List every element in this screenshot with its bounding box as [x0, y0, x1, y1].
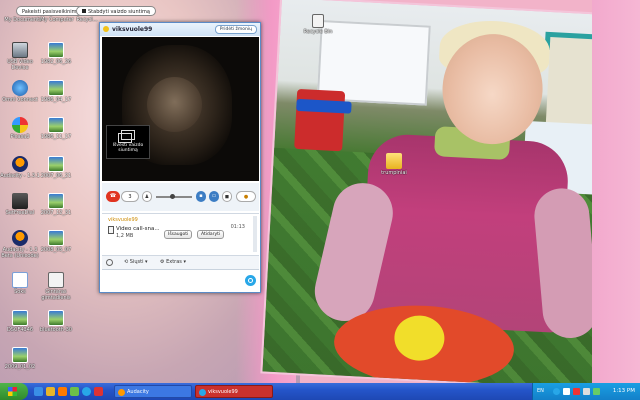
chat-sender: viksvuole99: [108, 217, 138, 223]
image-icon: [12, 310, 28, 326]
desktop-icon-trumpiniai[interactable]: trumpiniai: [374, 153, 414, 176]
desktop-icon-2008-05[interactable]: 2008_05_07: [36, 230, 76, 253]
chat-input[interactable]: [102, 269, 259, 292]
hang-up-button[interactable]: [106, 191, 120, 202]
self-view-panel[interactable]: Išvesti vaizdo siuntimą: [106, 125, 150, 159]
audacity-icon: [12, 156, 28, 172]
image-icon: [48, 42, 64, 58]
system-tray: EN 1:13 PM: [532, 383, 640, 400]
quicklaunch-ie-icon[interactable]: [34, 387, 43, 396]
taskbar: Audacity viksvuole99 EN 1:13 PM: [0, 383, 640, 400]
start-button[interactable]: [0, 383, 28, 400]
mp3-icon: [48, 272, 64, 288]
chat-toolbar: ⟲ Siųsti ▾ ⚙ Extras ▾: [102, 255, 259, 269]
call-controls: 3 ♟ ▪ ▭ ◼ ●: [102, 183, 259, 211]
save-file-button[interactable]: Išsaugoti: [164, 230, 193, 239]
remote-video: Išvesti vaizdo siuntimą: [102, 37, 259, 181]
mic-icon[interactable]: ♟: [142, 191, 152, 202]
open-file-button[interactable]: Atidaryti: [197, 230, 225, 239]
image-icon: [12, 347, 28, 363]
desktop-icon-2009-01-02[interactable]: 2009_01_02: [0, 347, 40, 370]
image-icon: [48, 193, 64, 209]
skype-tray-icon[interactable]: [553, 388, 560, 395]
audacity-icon: [118, 389, 125, 396]
desktop-icon-usb-video[interactable]: USB Video Device: [0, 42, 40, 71]
extras-menu[interactable]: ⚙ Extras ▾: [160, 257, 186, 268]
chat-toggle-icon[interactable]: ●: [236, 191, 256, 202]
skype-icon: [199, 389, 206, 396]
quicklaunch-skype-icon[interactable]: [82, 387, 91, 396]
volume-tray-icon[interactable]: [583, 388, 590, 395]
fullscreen-icon[interactable]: ◼: [222, 191, 232, 202]
wallpaper-child-photo: [260, 0, 640, 383]
desktop-icon-gimtadienis[interactable]: Gintaras gimtadienis: [36, 272, 76, 301]
language-indicator[interactable]: EN: [537, 383, 544, 400]
image-icon: [48, 230, 64, 246]
clock[interactable]: 1:13 PM: [613, 383, 635, 400]
desktop-wallpaper: [0, 0, 640, 383]
chat-scrollbar[interactable]: [253, 216, 257, 252]
desktop-icon-picasa[interactable]: Picasa3: [0, 117, 40, 140]
send-menu[interactable]: ⟲ Siųsti ▾: [124, 257, 148, 268]
taskbar-item-skype[interactable]: viksvuole99: [195, 385, 273, 398]
stop-video-label: Stabdyti vaizdo siuntimą: [88, 9, 150, 15]
status-icon: [103, 26, 109, 32]
add-people-button[interactable]: Pridėti žmonių: [214, 25, 257, 34]
network-tray-icon[interactable]: [563, 388, 570, 395]
file-name[interactable]: Video call-sna...: [116, 226, 160, 232]
video-toggle-icon[interactable]: ▪: [196, 191, 206, 202]
doc-icon: [12, 272, 28, 288]
skype-call-window[interactable]: viksvuole99 Pridėti žmonių Išvesti vaizd…: [99, 22, 261, 293]
contact-name: viksvuole99: [112, 26, 153, 33]
audacity-icon: [12, 230, 28, 246]
usb-icon: [12, 42, 28, 58]
desktop-icon-setfreedial[interactable]: SetFreeDial: [0, 193, 40, 216]
quicklaunch-show-desktop-icon[interactable]: [70, 387, 79, 396]
share-screen-icon[interactable]: ▭: [209, 191, 219, 202]
desktop-icon-2007-06[interactable]: 2007_06_21: [36, 156, 76, 179]
bluetooth-tray-icon[interactable]: [593, 388, 600, 395]
skype-title-bar[interactable]: viksvuole99 Pridėti žmonių: [100, 23, 260, 36]
desktop-icon-1986-04[interactable]: 1986_04_17: [36, 80, 76, 103]
desktop-icon-2007-12[interactable]: 2007_12_31: [36, 193, 76, 216]
desktop-icon-omni-connect[interactable]: Omni Connect: [0, 80, 40, 103]
send-message-button[interactable]: [245, 275, 256, 286]
image-icon: [48, 310, 64, 326]
quicklaunch-folder-icon[interactable]: [46, 387, 55, 396]
desktop-icon-soks[interactable]: Šoks: [0, 272, 40, 295]
stop-icon: [82, 9, 86, 13]
stop-video-button[interactable]: Stabdyti vaizdo siuntimą: [76, 6, 156, 16]
desktop-icon-dscf4346[interactable]: DSCF4346: [0, 310, 40, 333]
globe-icon: [12, 80, 28, 96]
desktop-icon-1982[interactable]: 1982_06_26: [36, 42, 76, 65]
recycle-bin-icon: [312, 14, 324, 28]
taskbar-item-audacity[interactable]: Audacity: [114, 385, 192, 398]
emoticon-icon[interactable]: [106, 259, 113, 266]
folder-icon: [386, 153, 402, 169]
quicklaunch-media-icon[interactable]: [58, 387, 67, 396]
antivirus-tray-icon[interactable]: [573, 388, 580, 395]
picasa-icon: [12, 117, 28, 133]
desktop-icon-recycle-bin[interactable]: Recycle Bin: [298, 14, 338, 35]
camera-icon: [118, 130, 135, 143]
image-icon: [48, 80, 64, 96]
desktop-icon-1986-11[interactable]: 1986_11_17: [36, 117, 76, 140]
call-participant-count[interactable]: 3: [121, 191, 139, 202]
image-icon: [48, 156, 64, 172]
volume-slider[interactable]: [156, 194, 192, 199]
desktop-icon-audacity[interactable]: Audacity - 1.3.1: [0, 156, 40, 179]
file-size: 1,2 MB: [116, 233, 134, 239]
setfree-icon: [12, 193, 28, 209]
file-icon: [108, 226, 114, 234]
desktop-icon-bluetooth[interactable]: bluetooth-30: [36, 310, 76, 333]
quicklaunch-app-icon[interactable]: [94, 387, 103, 396]
wallpaper-pink-right: [592, 0, 640, 383]
desktop-icon-audacity-beta[interactable]: Audacity - 1.3 Beta (Unicode): [0, 230, 40, 259]
chat-timestamp: 01:13: [230, 224, 245, 230]
image-icon: [48, 117, 64, 133]
chat-history: viksvuole99 01:13 Video call-sna... 1,2 …: [102, 213, 259, 255]
desktop-icon-recycle[interactable]: Recycl...: [72, 17, 102, 23]
self-view-label: Išvesti vaizdo siuntimą: [112, 143, 144, 153]
